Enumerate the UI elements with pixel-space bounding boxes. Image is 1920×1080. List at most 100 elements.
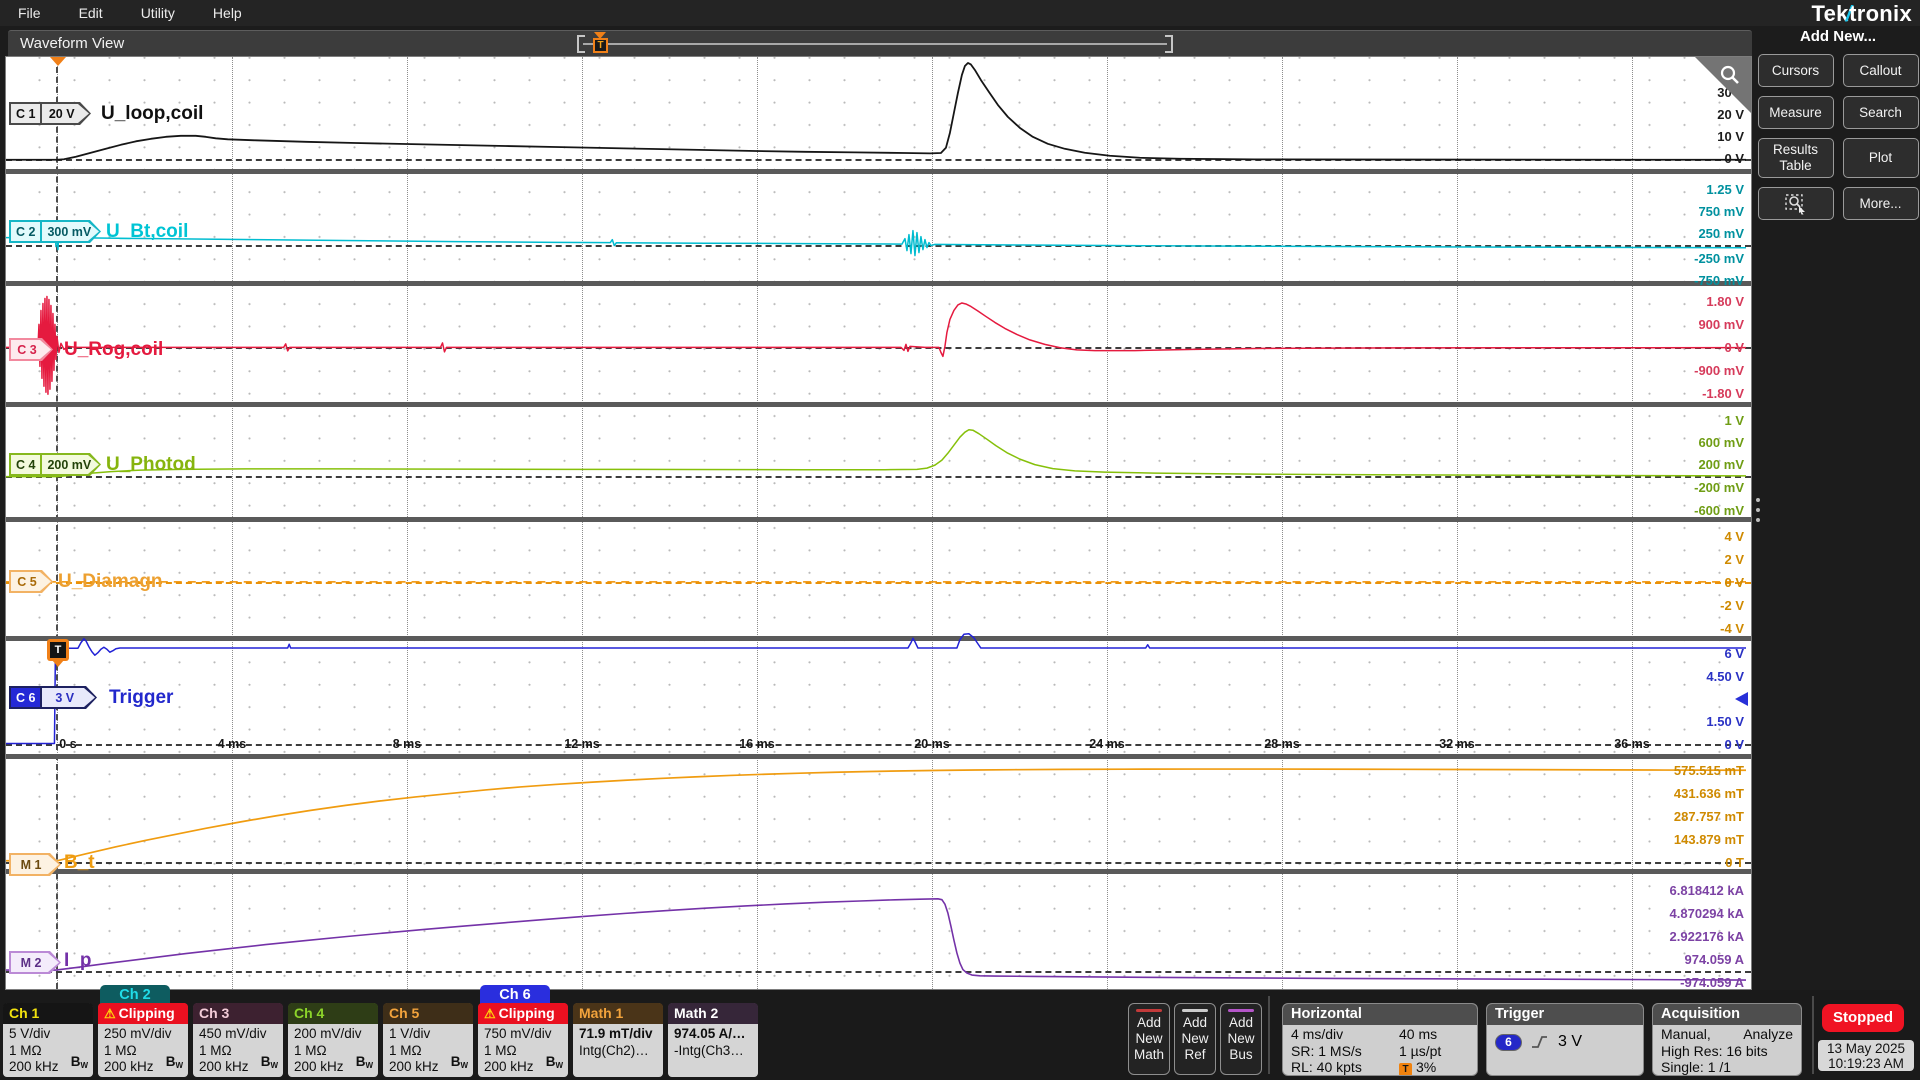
acquisition-overview-bar[interactable]: T (577, 34, 1173, 54)
accent-line (1228, 1009, 1254, 1012)
axis-label-m2: 974.059 A (1614, 951, 1744, 969)
time-axis-label: 16 ms (729, 737, 785, 751)
bandwidth-limit-icon: BW (261, 1054, 278, 1075)
sidebar-button-measure[interactable]: Measure (1758, 96, 1834, 129)
sidebar-button-results-table[interactable]: Results Table (1758, 138, 1834, 178)
axis-label-c5: 4 V (1614, 528, 1744, 546)
menu-file[interactable]: File (18, 5, 41, 21)
badge-body: 1 V/div1 MΩ200 kHzBW (383, 1024, 473, 1077)
channel-config-badge-math-2[interactable]: Math 2974.05 A/…-Intg(Ch3… (668, 1003, 758, 1077)
accent-line (1182, 1009, 1208, 1012)
badge-segment: 200 mV (40, 455, 104, 474)
sidebar-button-grid: Cursors Callout Measure Search Results Table… (1756, 54, 1920, 220)
channel-name-c6: Trigger (109, 686, 173, 709)
channel-name-c3: U_Rog,coil (64, 338, 163, 361)
add-new-bus[interactable]: AddNewBus (1220, 1003, 1262, 1075)
trigger-marker-letter: T (50, 642, 66, 658)
badge-header: Math 1 (573, 1003, 663, 1024)
overview-right-bracket[interactable] (1165, 35, 1173, 53)
channel-badge-c5[interactable]: C 5 (9, 570, 53, 593)
channel-config-badge-ch-4[interactable]: Ch 4200 mV/div1 MΩ200 kHzBW (288, 1003, 378, 1077)
axis-label-c6: 1.50 V (1614, 713, 1744, 731)
axis-label-c4: -200 mV (1614, 479, 1744, 497)
sidebar-button-more[interactable]: More... (1843, 187, 1919, 220)
menu-help[interactable]: Help (213, 5, 242, 21)
bandwidth-limit-icon: BW (451, 1054, 468, 1075)
trigger-level-arrow-icon[interactable] (1735, 692, 1748, 706)
channel-config-badge-ch-1[interactable]: Ch 15 V/div1 MΩ200 kHzBW (3, 1003, 93, 1077)
axis-label-c1: 10 V (1614, 128, 1744, 146)
channel-config-badge-ch-3[interactable]: Ch 3450 mV/div1 MΩ200 kHzBW (193, 1003, 283, 1077)
channel-config-badge-clipping[interactable]: Ch 2⚠Clipping250 mV/div1 MΩ200 kHzBW (98, 1003, 188, 1077)
time-axis-label: 12 ms (554, 737, 610, 751)
sidebar-button-search[interactable]: Search (1843, 96, 1919, 129)
channel-badge-c2[interactable]: C 2300 mV (9, 220, 101, 243)
accent-line (1136, 1009, 1162, 1012)
right-sidebar: Add New... CursorsCalloutMeasureSearchRe… (1756, 28, 1920, 988)
overview-trigger-icon[interactable]: T (593, 38, 608, 53)
badge-body: 71.9 mT/divIntg(Ch2)… (573, 1024, 663, 1077)
datetime-display: 13 May 2025 10:19:23 AM (1818, 1040, 1914, 1071)
channel-badge-m1[interactable]: M 1 (9, 853, 61, 876)
sidebar-button-zoom-select[interactable] (1758, 187, 1834, 220)
badge-segment: C 3 (11, 340, 51, 359)
channel-badge-c1[interactable]: C 120 V (9, 102, 91, 125)
channel-config-badge-clipping[interactable]: Ch 6⚠Clipping750 mV/div1 MΩ200 kHzBW (478, 1003, 568, 1077)
axis-label-m2: 6.818412 kA (1614, 882, 1744, 900)
axis-label-c1: 30 V (1614, 84, 1744, 102)
sample-rate: SR: 1 MS/s (1291, 1043, 1399, 1060)
trigger-position-top-icon[interactable] (50, 57, 66, 74)
axis-label-c1: 0 V (1614, 150, 1744, 168)
badge-header: Ch 3 (193, 1003, 283, 1024)
trace-c1 (6, 63, 1746, 160)
channel-badge-c4[interactable]: C 4200 mV (9, 453, 101, 476)
sidebar-button-callout[interactable]: Callout (1843, 54, 1919, 87)
trigger-marker-icon[interactable]: T (47, 639, 69, 661)
channel-config-badge-ch-5[interactable]: Ch 51 V/div1 MΩ200 kHzBW (383, 1003, 473, 1077)
axis-label-c2: -250 mV (1614, 250, 1744, 268)
badge-segment: M 1 (11, 855, 59, 874)
channel-config-badge-math-1[interactable]: Math 171.9 mT/divIntg(Ch2)… (573, 1003, 663, 1077)
axis-label-m1: 575.515 mT (1614, 762, 1744, 780)
date-value: 13 May 2025 (1818, 1041, 1914, 1056)
axis-label-c5: -4 V (1614, 620, 1744, 638)
badge-segment: 300 mV (40, 222, 104, 241)
sidebar-button-cursors[interactable]: Cursors (1758, 54, 1834, 87)
acquisition-panel[interactable]: Acquisition Manual,Analyze High Res: 16 … (1652, 1003, 1802, 1076)
badge-content: C 2300 mV (11, 222, 99, 241)
trace-m2 (6, 899, 1746, 980)
menu-utility[interactable]: Utility (141, 5, 175, 21)
trace-c4 (6, 430, 1746, 477)
axis-label-m2: 2.922176 kA (1614, 928, 1744, 946)
trigger-panel[interactable]: Trigger 6 3 V (1486, 1003, 1644, 1076)
axis-label-c4: 600 mV (1614, 434, 1744, 452)
add-new-math[interactable]: AddNewMath (1128, 1003, 1170, 1075)
channel-badge-m2[interactable]: M 2 (9, 951, 61, 974)
channel-badge-c3[interactable]: C 3 (9, 338, 53, 361)
waveform-plot: T 30 V20 V10 V0 VC 120 VU_loop,coil1.25 … (5, 56, 1752, 990)
panel-drag-handle[interactable] (1756, 498, 1760, 522)
acquisition-single: Single: 1 /1 (1661, 1059, 1793, 1076)
overview-left-bracket[interactable] (577, 35, 585, 53)
badge-segment: C 5 (11, 572, 51, 591)
axis-label-c6: 6 V (1614, 645, 1744, 663)
badge-header: Math 2 (668, 1003, 758, 1024)
horizontal-panel[interactable]: Horizontal 4 ms/div40 ms SR: 1 MS/s1 µs/… (1282, 1003, 1478, 1076)
bandwidth-limit-icon: BW (166, 1054, 183, 1075)
badge-body: 750 mV/div1 MΩ200 kHzBW (478, 1024, 568, 1077)
channel-badge-c6[interactable]: C 63 V (9, 686, 97, 709)
badge-header: Ch 5 (383, 1003, 473, 1024)
axis-label-c2: 750 mV (1614, 203, 1744, 221)
time-axis-label: 4 ms (204, 737, 260, 751)
trigger-source-badge: 6 (1495, 1034, 1522, 1051)
run-stop-status-button[interactable]: Stopped (1822, 1004, 1904, 1032)
axis-label-m1: 0 T (1614, 854, 1744, 872)
add-new-ref[interactable]: AddNewRef (1174, 1003, 1216, 1075)
axis-label-c2: 250 mV (1614, 225, 1744, 243)
menu-edit[interactable]: Edit (79, 5, 103, 21)
sidebar-button-plot[interactable]: Plot (1843, 138, 1919, 178)
warning-icon: ⚠ (484, 1003, 496, 1024)
sample-interval: 1 µs/pt (1399, 1043, 1441, 1060)
magnifier-icon (1719, 64, 1741, 86)
axis-label-c3: 0 V (1614, 339, 1744, 357)
